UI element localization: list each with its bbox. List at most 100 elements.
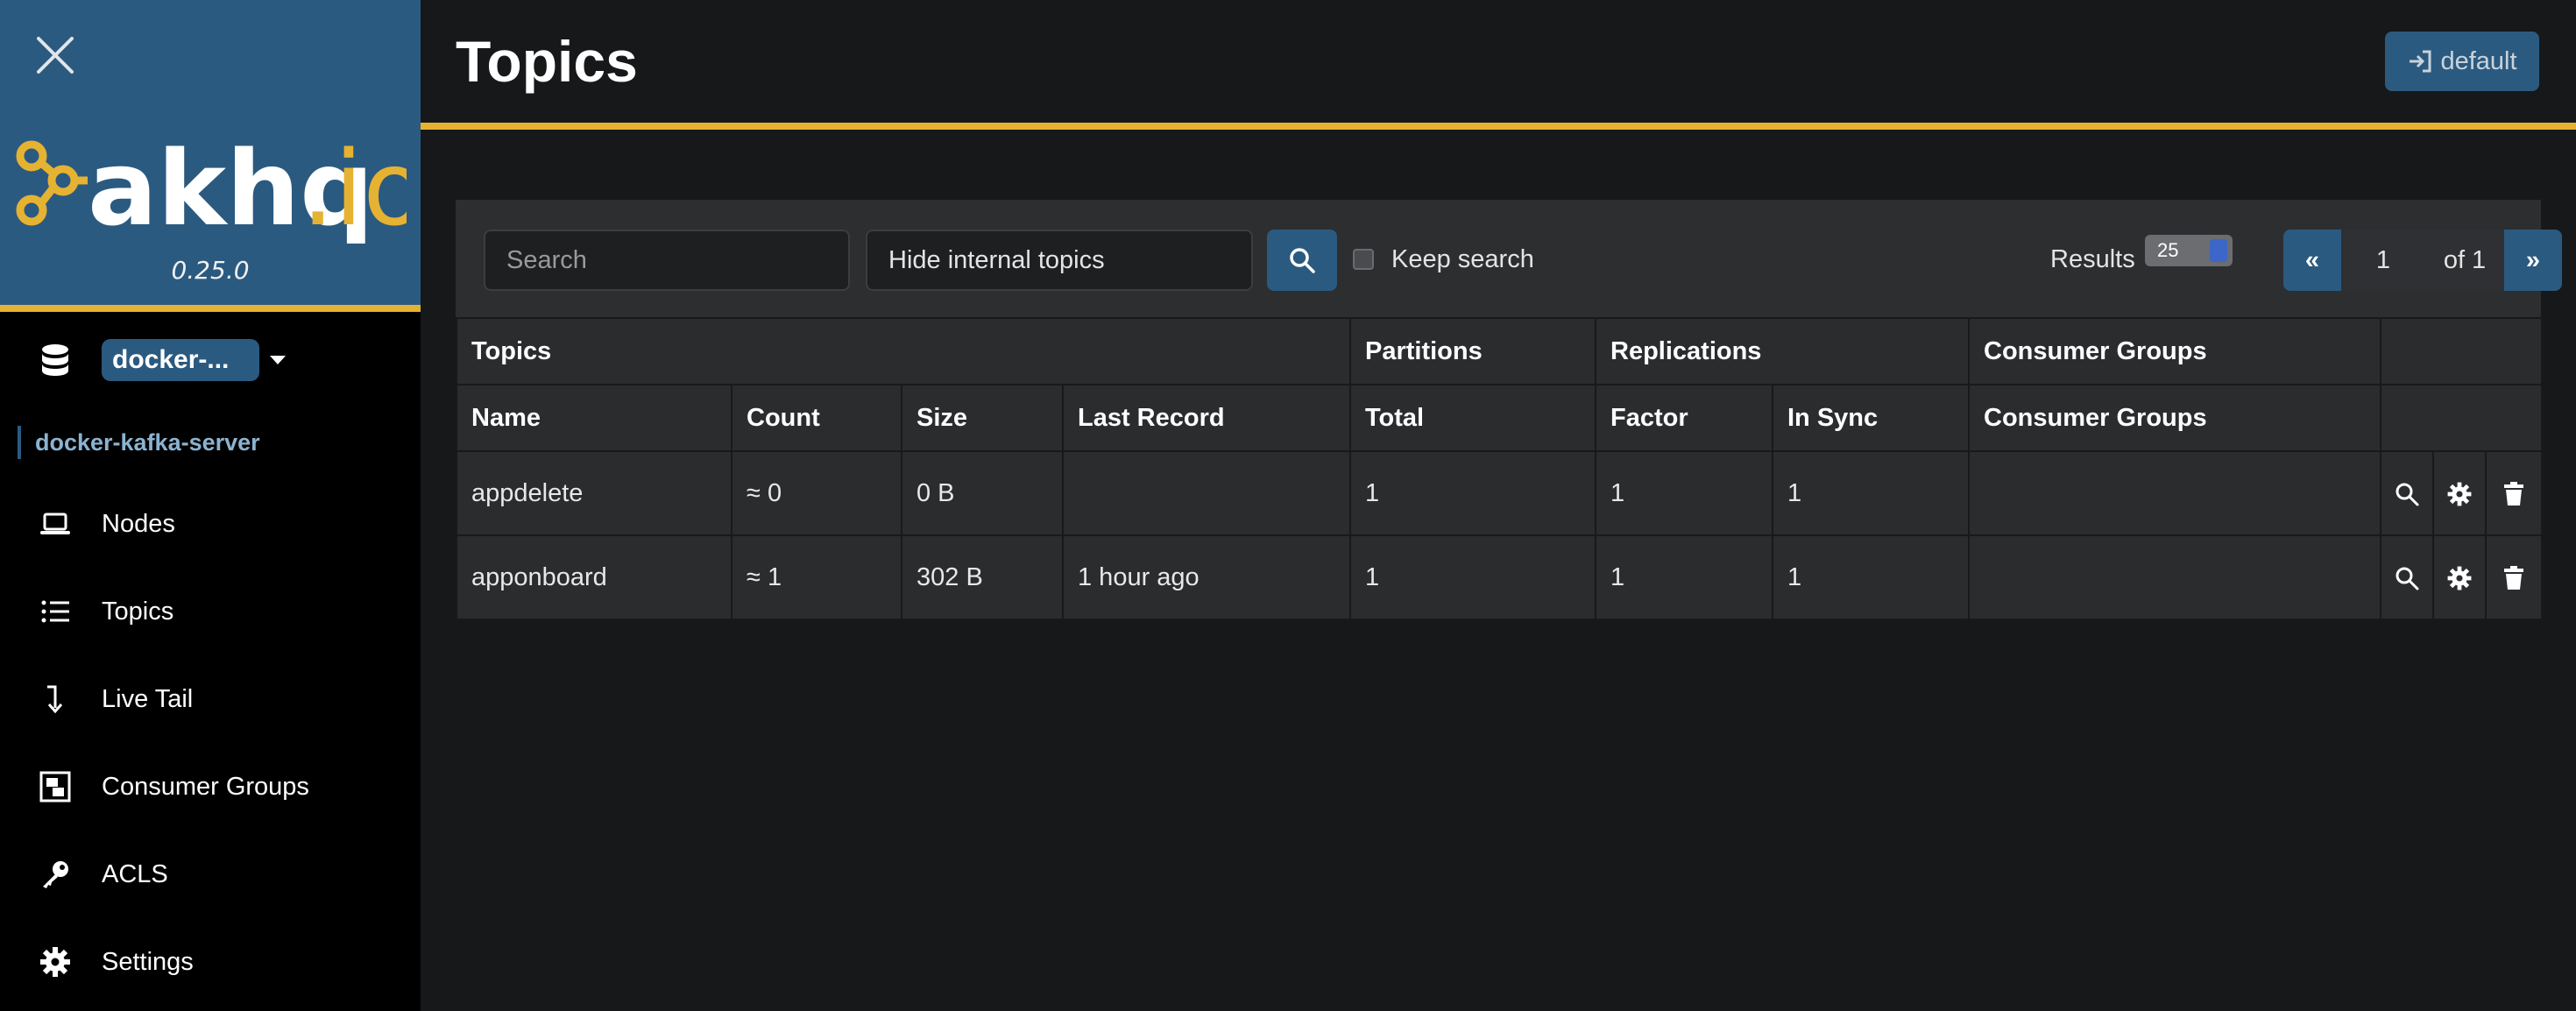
sidebar-item-live-tail[interactable]: Live Tail — [0, 655, 421, 743]
close-icon[interactable] — [33, 33, 77, 77]
table-group-header: Topics Partitions Replications Consumer … — [456, 317, 2544, 385]
table-row[interactable]: apponboard ≈ 1 302 B 1 hour ago 1 1 1 — [456, 534, 2544, 620]
login-button-label: default — [2440, 46, 2517, 75]
cell-total: 1 — [1349, 450, 1596, 536]
sidebar-item-acls[interactable]: ACLS — [0, 831, 421, 918]
cell-count: ≈ 0 — [731, 450, 902, 536]
topic-filter-select[interactable]: Hide internal topics — [866, 230, 1253, 291]
cell-consumer-groups — [1968, 534, 2381, 620]
pagination-total: of 1 — [2425, 230, 2504, 291]
pagination-page-number[interactable]: 1 — [2341, 230, 2425, 291]
sidebar-item-consumer-groups[interactable]: Consumer Groups — [0, 743, 421, 831]
table-column-header: Name Count Size Last Record Total Factor… — [456, 384, 2544, 452]
page-header: Topics default — [421, 0, 2576, 130]
gear-icon — [2447, 482, 2472, 506]
column-header-in-sync: In Sync — [1772, 384, 1970, 452]
topics-card: Hide internal topics Keep search Results… — [456, 200, 2562, 620]
cell-size: 0 B — [901, 450, 1064, 536]
cell-name[interactable]: apponboard — [456, 534, 732, 620]
cell-factor: 1 — [1595, 450, 1773, 536]
column-header-count: Count — [731, 384, 902, 452]
laptop-icon — [40, 513, 70, 534]
svg-text:.io: .io — [301, 128, 407, 244]
sidebar-item-topics[interactable]: Topics — [0, 568, 421, 655]
cell-size: 302 B — [901, 534, 1064, 620]
pagination-prev-button[interactable]: « — [2283, 230, 2341, 291]
cell-last-record — [1062, 450, 1351, 536]
page-title: Topics — [456, 29, 638, 94]
sidebar-nav: Nodes Topics Live Tail Consumer Groups A… — [0, 480, 421, 1006]
search-icon — [1290, 248, 1315, 273]
cell-consumer-groups — [1968, 450, 2381, 536]
results-per-page-value: 25 — [2157, 239, 2179, 261]
column-header-name: Name — [456, 384, 732, 452]
column-header-last-record: Last Record — [1062, 384, 1351, 452]
brand-panel: akhq .io 0.25.0 — [0, 0, 421, 312]
keep-search-label: Keep search — [1391, 245, 1534, 273]
sign-in-icon — [2410, 50, 2431, 73]
cell-count: ≈ 1 — [731, 534, 902, 620]
cell-last-record: 1 hour ago — [1062, 534, 1351, 620]
gear-icon — [2447, 566, 2472, 590]
cell-factor: 1 — [1595, 534, 1773, 620]
sidebar-item-label: Live Tail — [102, 684, 194, 713]
delete-topic-button[interactable] — [2484, 534, 2544, 620]
main-content: Topics default Hide internal topics Keep… — [421, 0, 2576, 1011]
sidebar-item-label: Nodes — [102, 509, 175, 538]
gear-icon — [40, 947, 70, 977]
cell-in-sync: 1 — [1772, 534, 1970, 620]
column-header-total: Total — [1349, 384, 1596, 452]
level-down-icon — [47, 685, 63, 714]
trash-icon — [2504, 481, 2523, 506]
configure-topic-button[interactable] — [2432, 450, 2487, 536]
column-header-consumer-groups: Consumer Groups — [1968, 384, 2381, 452]
login-button[interactable]: default — [2385, 32, 2539, 91]
chevron-down-icon[interactable] — [270, 356, 286, 364]
sidebar-item-nodes[interactable]: Nodes — [0, 480, 421, 568]
group-header-consumer-groups: Consumer Groups — [1968, 317, 2381, 385]
akhq-logo: akhq .io — [16, 128, 407, 244]
search-button[interactable] — [1267, 230, 1337, 291]
group-header-replications: Replications — [1595, 317, 1970, 385]
column-header-size: Size — [901, 384, 1064, 452]
group-header-actions — [2379, 317, 2544, 385]
sidebar-item-label: Consumer Groups — [102, 772, 309, 801]
key-icon — [43, 861, 68, 888]
results-label: Results — [2050, 245, 2135, 273]
cell-in-sync: 1 — [1772, 450, 1970, 536]
group-header-topics: Topics — [456, 317, 1351, 385]
object-group-icon — [39, 771, 71, 802]
search-icon — [2396, 567, 2419, 590]
sidebar-item-settings[interactable]: Settings — [0, 918, 421, 1006]
cluster-dropdown[interactable]: docker-... — [102, 339, 259, 381]
configure-topic-button[interactable] — [2432, 534, 2487, 620]
sidebar-item-label: Settings — [102, 947, 194, 976]
search-icon — [2396, 483, 2419, 506]
view-topic-button[interactable] — [2380, 534, 2434, 620]
pagination-next-button[interactable]: » — [2504, 230, 2562, 291]
trash-icon — [2504, 565, 2523, 590]
column-header-factor: Factor — [1595, 384, 1773, 452]
view-topic-button[interactable] — [2380, 450, 2434, 536]
column-header-actions — [2379, 384, 2544, 452]
cell-total: 1 — [1349, 534, 1596, 620]
cluster-selector-row: docker-... — [39, 338, 286, 382]
topics-table: Topics Partitions Replications Consumer … — [456, 317, 2544, 620]
results-per-page-select[interactable]: 25 — [2145, 235, 2233, 266]
list-icon — [41, 600, 69, 623]
database-icon — [42, 344, 68, 376]
sidebar: akhq .io 0.25.0 docker-... docker-kafka-… — [0, 0, 421, 1011]
table-row[interactable]: appdelete ≈ 0 0 B 1 1 1 — [456, 450, 2544, 536]
keep-search-checkbox[interactable] — [1353, 249, 1374, 270]
search-input[interactable] — [484, 230, 850, 291]
spinner-icon[interactable] — [2210, 239, 2227, 262]
delete-topic-button[interactable] — [2484, 450, 2544, 536]
pagination: « 1 of 1 » — [2283, 230, 2562, 291]
group-header-partitions: Partitions — [1349, 317, 1596, 385]
cluster-name-label[interactable]: docker-kafka-server — [18, 426, 260, 459]
sidebar-item-label: ACLS — [102, 859, 168, 888]
version-label: 0.25.0 — [171, 256, 250, 285]
sidebar-item-label: Topics — [102, 597, 174, 626]
search-toolbar: Hide internal topics Keep search Results… — [456, 200, 2562, 317]
cell-name[interactable]: appdelete — [456, 450, 732, 536]
